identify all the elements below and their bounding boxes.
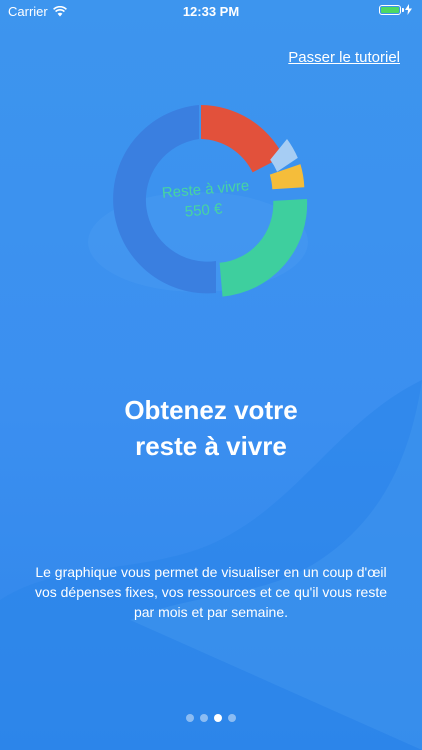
headline-line-2: reste à vivre xyxy=(135,431,287,461)
page-indicator xyxy=(0,714,422,722)
description-text: Le graphique vous permet de visualiser e… xyxy=(34,564,388,620)
ring-segment-red xyxy=(201,105,284,173)
headline: Obtenez votre reste à vivre xyxy=(0,392,422,464)
headline-line-1: Obtenez votre xyxy=(124,395,298,425)
charging-bolt-icon xyxy=(405,4,412,15)
chart-center-value: 550 € xyxy=(184,200,224,220)
budget-donut-chart: Reste à vivre 550 € xyxy=(88,105,308,297)
page-dot-4[interactable] xyxy=(228,714,236,722)
status-bar: Carrier 12:33 PM xyxy=(0,0,422,24)
status-time: 12:33 PM xyxy=(182,4,240,19)
page-dot-3[interactable] xyxy=(214,714,222,722)
skip-tutorial-link[interactable]: Passer le tutoriel xyxy=(288,49,400,66)
page-dot-1[interactable] xyxy=(186,714,194,722)
battery-level xyxy=(381,6,399,13)
ring-segment-yellow xyxy=(269,164,305,190)
battery-icon xyxy=(379,4,404,15)
onboarding-screen: Carrier 12:33 PM Passer le tutoriel Rest… xyxy=(0,0,422,750)
page-dot-2[interactable] xyxy=(200,714,208,722)
